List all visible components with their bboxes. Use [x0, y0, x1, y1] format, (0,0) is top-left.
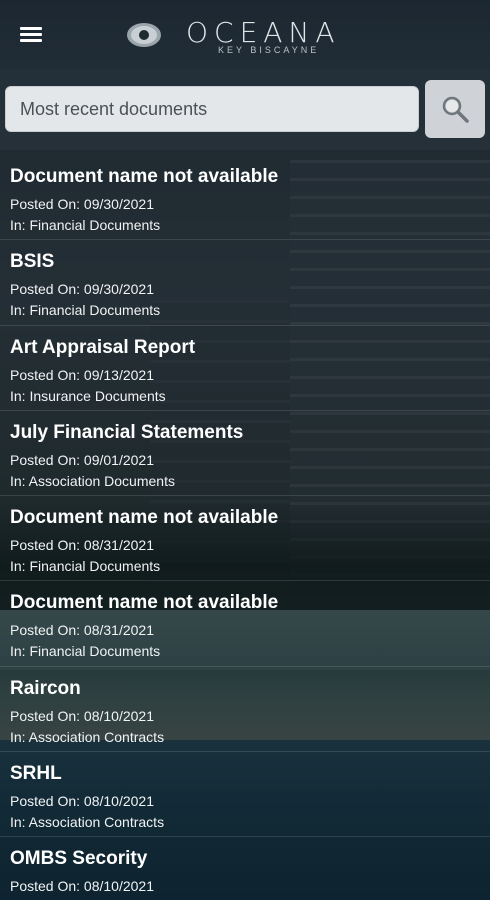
posted-date: Posted On: 08/10/2021 — [10, 878, 154, 895]
search-input[interactable]: Most recent documents — [5, 86, 419, 132]
posted-date: Posted On: 08/31/2021 — [10, 622, 154, 639]
document-category: In: Insurance Documents — [10, 387, 166, 404]
document-category: In: Financial Documents — [10, 302, 161, 319]
document-title: Document name not available — [10, 592, 279, 614]
document-category: In: Association Contracts — [10, 814, 165, 831]
document-category: In: Financial Documents — [10, 643, 161, 660]
list-item[interactable]: OMBS Secority Posted On: 08/10/2021 — [0, 837, 490, 900]
posted-date: Posted On: 08/10/2021 — [10, 793, 154, 810]
document-category: In: Financial Documents — [10, 217, 161, 233]
posted-date: Posted On: 08/10/2021 — [10, 707, 154, 724]
document-list: Document name not available Posted On: 0… — [0, 155, 490, 900]
document-category: In: Association Contracts — [10, 728, 165, 745]
list-item[interactable]: July Financial Statements Posted On: 09/… — [0, 411, 490, 497]
logo-subtitle: KEY BISCAYNE — [218, 45, 320, 55]
posted-date: Posted On: 09/13/2021 — [10, 366, 154, 383]
document-title: Document name not available — [10, 507, 279, 529]
oceana-logo-mark-icon — [127, 23, 161, 47]
posted-date: Posted On: 09/30/2021 — [10, 281, 154, 298]
posted-date: Posted On: 08/31/2021 — [10, 537, 154, 554]
posted-date: Posted On: 09/30/2021 — [10, 196, 154, 212]
list-item[interactable]: Raircon Posted On: 08/10/2021 In: Associ… — [0, 667, 490, 753]
hamburger-menu-icon[interactable] — [16, 22, 46, 48]
search-icon — [442, 96, 469, 123]
document-title: July Financial Statements — [10, 421, 244, 443]
document-title: Raircon — [10, 677, 81, 699]
list-item[interactable]: Document name not available Posted On: 0… — [0, 496, 490, 582]
document-title: Art Appraisal Report — [10, 336, 196, 358]
document-title: Document name not available — [10, 166, 279, 187]
app-header: OCEANA KEY BISCAYNE — [0, 0, 490, 70]
search-button[interactable] — [425, 80, 485, 138]
list-item[interactable]: Document name not available Posted On: 0… — [0, 155, 490, 241]
document-title: SRHL — [10, 763, 62, 785]
list-item[interactable]: SRHL Posted On: 08/10/2021 In: Associati… — [0, 752, 490, 838]
list-item[interactable]: BSIS Posted On: 09/30/2021 In: Financial… — [0, 240, 490, 326]
search-bar: Most recent documents — [0, 70, 490, 150]
list-item[interactable]: Art Appraisal Report Posted On: 09/13/20… — [0, 326, 490, 411]
document-title: BSIS — [10, 251, 55, 273]
posted-date: Posted On: 09/01/2021 — [10, 451, 154, 468]
document-title: OMBS Secority — [10, 848, 148, 870]
document-category: In: Association Documents — [10, 472, 175, 489]
document-category: In: Financial Documents — [10, 558, 161, 575]
list-item[interactable]: Document name not available Posted On: 0… — [0, 581, 490, 667]
